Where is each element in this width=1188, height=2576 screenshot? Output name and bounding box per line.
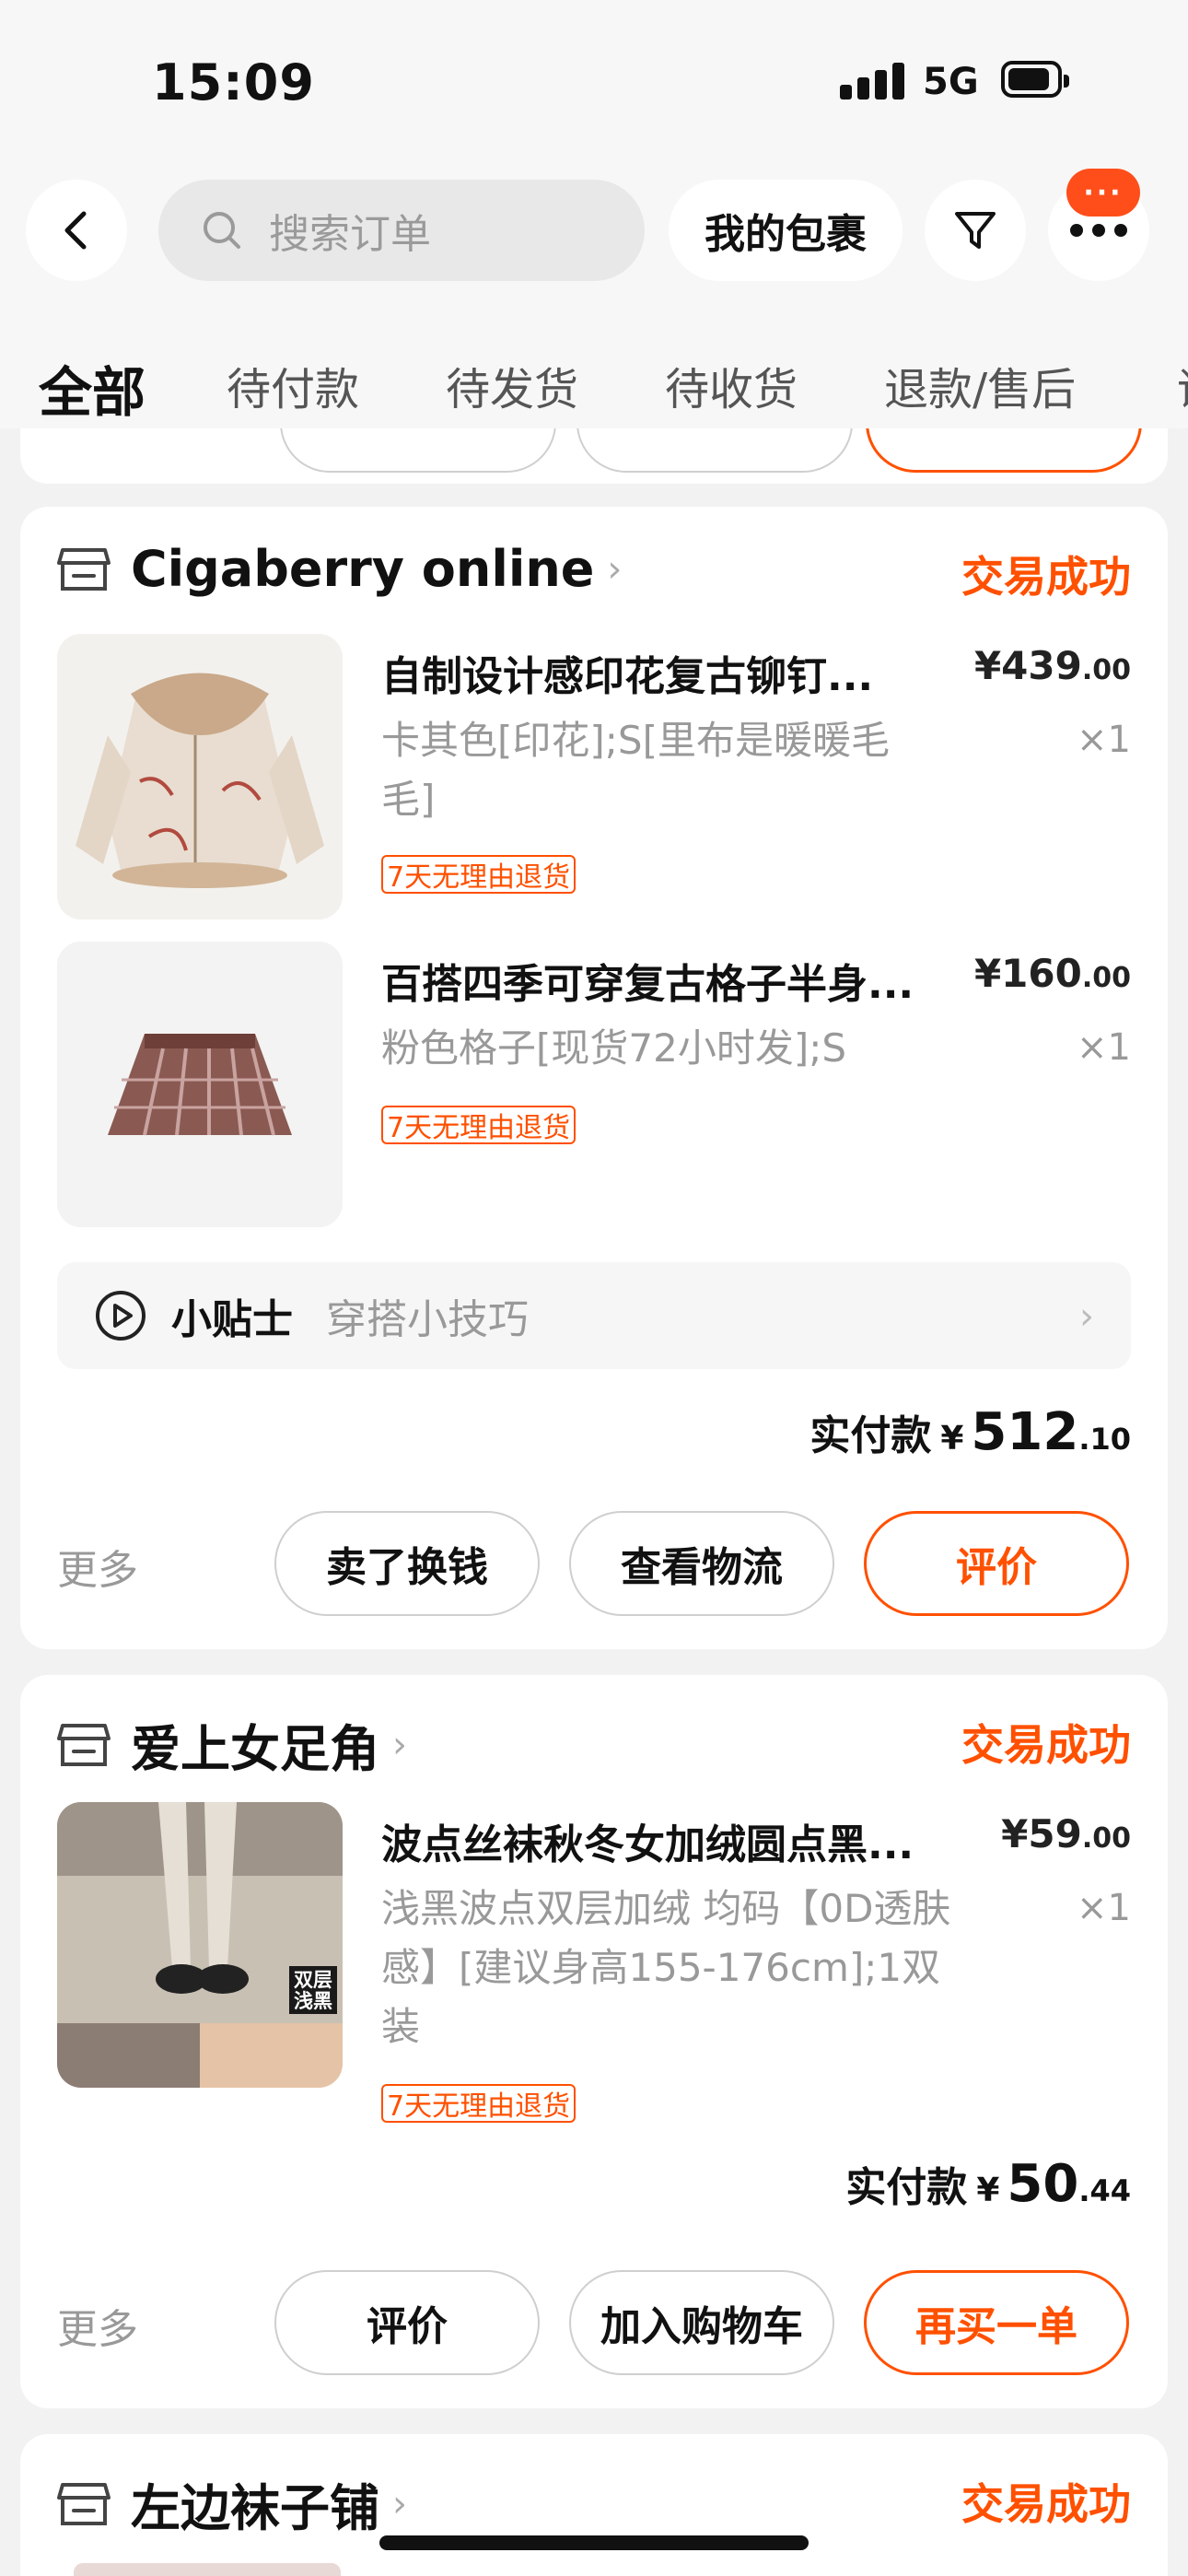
product-qty: ×1	[1077, 1887, 1131, 1929]
signal-icon	[840, 63, 904, 100]
total-decimal: .10	[1078, 1422, 1131, 1457]
product-image-skirt[interactable]	[57, 942, 343, 1227]
product-image-tights[interactable]: 双层浅黑	[57, 1802, 343, 2088]
shop-name: Cigaberry online	[131, 540, 595, 598]
shop-name: 左边袜子铺	[131, 2479, 379, 2537]
shop-header[interactable]: 左边袜子铺 ›	[57, 2467, 407, 2540]
add-to-cart-button[interactable]: 加入购物车	[569, 2270, 834, 2375]
order-card: 爱上女足角 › 交易成功 双层浅黑 波点丝袜秋冬女加绒圆点黑... ¥59.00…	[20, 1675, 1168, 2408]
search-placeholder: 搜索订单	[269, 211, 431, 258]
filter-button[interactable]	[925, 180, 1026, 281]
chevron-right-icon: ›	[1079, 1295, 1094, 1338]
product-spec: 浅黑波点双层加绒 均码【0D透肤感】[建议身高155-176cm];1双装	[381, 1886, 951, 2049]
chevron-right-icon: ›	[392, 1723, 407, 1766]
search-icon	[204, 212, 240, 249]
order-status: 交易成功	[961, 1720, 1131, 1770]
return-policy-tag: 7天无理由退货	[381, 1106, 577, 1144]
view-logistics-button[interactable]: 查看物流	[569, 1511, 834, 1616]
order-card: 左边袜子铺 › 交易成功	[20, 2434, 1168, 2576]
product-image-partial	[74, 2563, 341, 2576]
battery-icon	[1001, 61, 1069, 98]
image-label: 双层浅黑	[294, 1969, 332, 2012]
total-int: 512	[971, 1402, 1079, 1462]
status-bar: 15:09 5G	[0, 0, 1188, 161]
shop-header[interactable]: Cigaberry online ›	[57, 540, 622, 598]
tips-title: 小贴士	[171, 1296, 293, 1343]
buy-again-button[interactable]: 再买一单	[864, 2270, 1129, 2375]
price-decimal: .00	[1081, 962, 1131, 994]
shop-name: 爱上女足角	[131, 1720, 379, 1778]
chevron-right-icon: ›	[607, 547, 623, 591]
total-int: 50	[1007, 2154, 1079, 2214]
order-tabs: 全部 待付款 待发货 待收货 退款/售后 评	[0, 290, 1188, 428]
tips-subtitle: 穿搭小技巧	[326, 1296, 529, 1343]
tab-review[interactable]: 评	[1177, 353, 1188, 417]
tights-illustration	[57, 1802, 343, 2088]
return-policy-tag: 7天无理由退货	[381, 855, 577, 894]
total-decimal: .44	[1078, 2173, 1131, 2208]
tab-pending-payment[interactable]: 待付款	[227, 353, 359, 417]
order-card-previous	[20, 428, 1168, 484]
product-spec: 卡其色[印花];S[里布是暖暖毛毛]	[381, 718, 890, 822]
store-icon	[57, 1723, 111, 1766]
message-badge: ···	[1066, 169, 1140, 217]
top-nav: 搜索订单 我的包裹	[0, 161, 1188, 290]
filter-icon	[955, 212, 996, 249]
pill-fragment	[280, 428, 556, 473]
store-icon	[57, 547, 111, 591]
price-decimal: .00	[1081, 1822, 1131, 1855]
product-spec: 粉色格子[现货72小时发];S	[381, 1025, 847, 1071]
my-packages-button[interactable]: 我的包裹	[669, 180, 903, 281]
chevron-right-icon: ›	[392, 2482, 407, 2525]
order-total: 实付款 ¥ 512 .10	[809, 1402, 1131, 1462]
pill-fragment	[577, 428, 853, 473]
order-status: 交易成功	[961, 552, 1131, 602]
total-label: 实付款	[809, 1412, 932, 1459]
total-currency: ¥	[976, 2172, 1000, 2209]
product-title[interactable]: 波点丝袜秋冬女加绒圆点黑...	[381, 1811, 952, 1870]
product-image-jacket[interactable]	[57, 634, 343, 919]
shop-header[interactable]: 爱上女足角 ›	[57, 1708, 407, 1781]
tips-bar[interactable]: 小贴士 穿搭小技巧 ›	[57, 1262, 1131, 1369]
more-link[interactable]: 更多	[57, 1537, 138, 1596]
back-button[interactable]	[26, 180, 127, 281]
pill-fragment	[866, 428, 1142, 473]
total-label: 实付款	[845, 2164, 968, 2211]
play-circle-icon	[96, 1291, 146, 1341]
order-status: 交易成功	[961, 2479, 1131, 2529]
product-title[interactable]: 百搭四季可穿复古格子半身...	[381, 951, 952, 1010]
price-int: ¥160	[973, 951, 1082, 996]
more-dots-icon	[1070, 224, 1127, 237]
product-price: ¥439.00	[974, 643, 1131, 688]
network-label: 5G	[923, 61, 979, 103]
price-int: ¥439	[973, 643, 1082, 688]
order-total: 实付款 ¥ 50 .44	[845, 2154, 1131, 2214]
tab-all[interactable]: 全部	[39, 349, 146, 427]
price-int: ¥59	[1001, 1811, 1082, 1856]
review-button[interactable]: 评价	[274, 2270, 540, 2375]
home-indicator	[379, 2535, 809, 2550]
product-qty: ×1	[1077, 719, 1131, 761]
chevron-left-icon	[64, 211, 87, 250]
sell-button[interactable]: 卖了换钱	[274, 1511, 540, 1616]
total-currency: ¥	[940, 1420, 964, 1458]
price-decimal: .00	[1081, 654, 1131, 686]
more-link[interactable]: 更多	[57, 2296, 138, 2355]
search-input[interactable]: 搜索订单	[158, 180, 645, 281]
review-button[interactable]: 评价	[864, 1511, 1129, 1616]
skirt-illustration	[57, 942, 343, 1227]
jacket-illustration	[57, 634, 343, 919]
product-title[interactable]: 自制设计感印花复古铆钉...	[381, 643, 952, 702]
product-price: ¥160.00	[974, 951, 1131, 996]
tab-pending-shipment[interactable]: 待发货	[446, 353, 578, 417]
tab-pending-receipt[interactable]: 待收货	[665, 353, 798, 417]
return-policy-tag: 7天无理由退货	[381, 2084, 577, 2123]
product-price: ¥59.00	[1001, 1811, 1131, 1856]
tab-refund[interactable]: 退款/售后	[884, 353, 1076, 417]
status-time: 15:09	[152, 53, 315, 111]
product-qty: ×1	[1077, 1026, 1131, 1069]
order-card: Cigaberry online › 交易成功 自制设计感印花复古铆钉... ¥…	[20, 507, 1168, 1649]
store-icon	[57, 2482, 111, 2525]
